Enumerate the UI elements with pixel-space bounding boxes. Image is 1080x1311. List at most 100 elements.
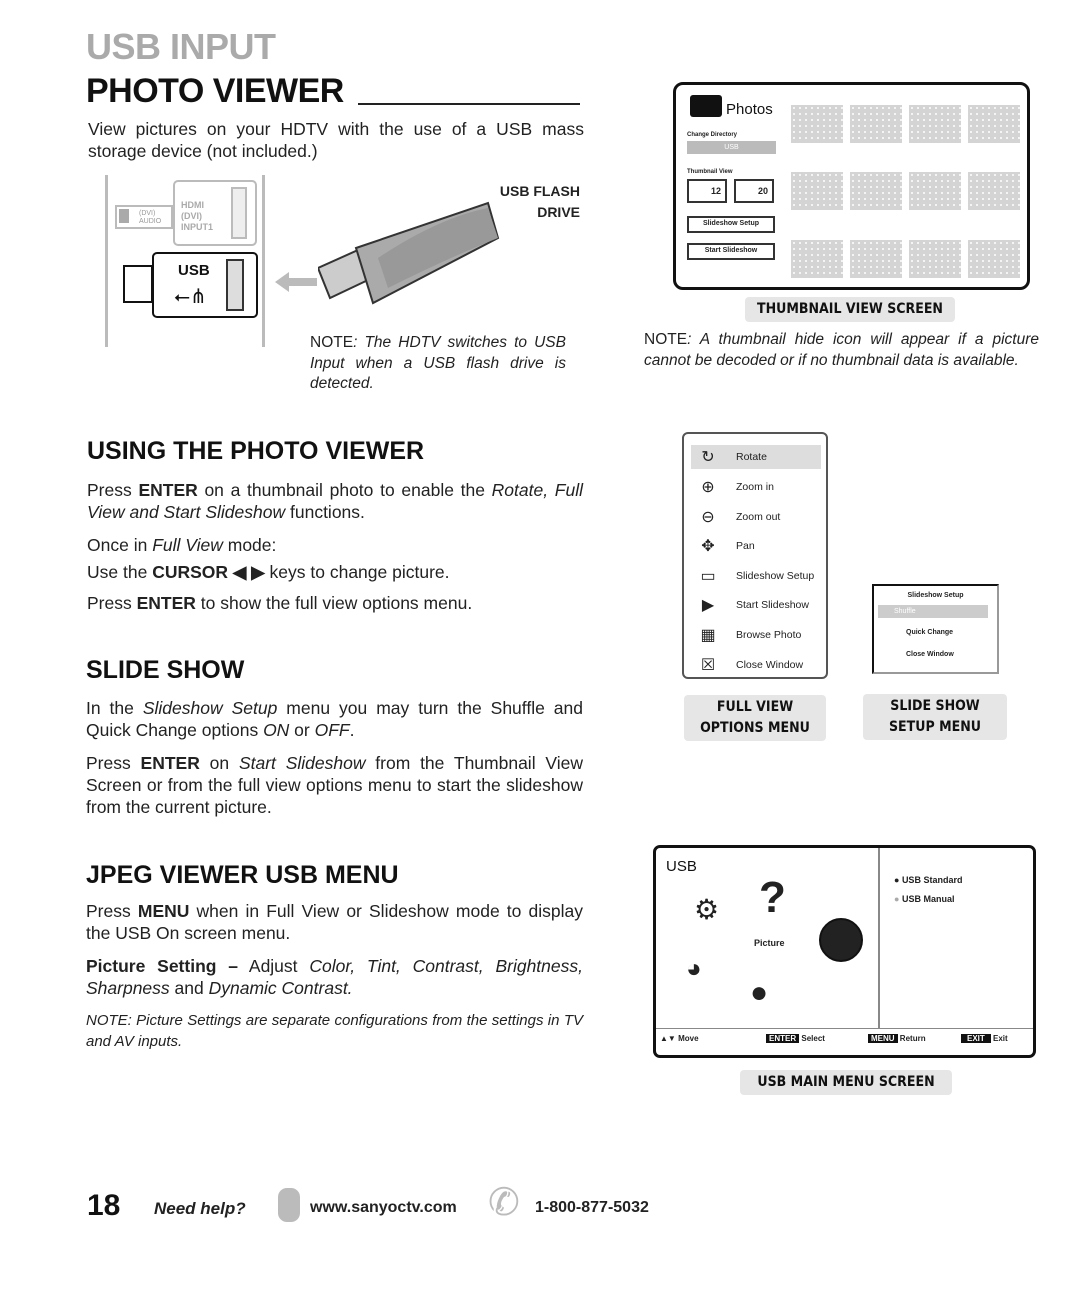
thumbnail[interactable] [850,240,902,278]
slideshow-setup-icon: ▭ [700,568,716,585]
text-segment: Pan [736,540,755,552]
thumbnail[interactable] [791,105,843,143]
close-window-option[interactable]: Close Window [886,651,954,658]
text-segment: EXIT [961,1034,991,1043]
jpeg-paragraph-1: Press MENU when in Full View or Slidesho… [86,900,583,944]
move-hint: ▲▼ Move [660,1034,699,1043]
arrow-left-icon [275,272,317,292]
thumbnail[interactable] [909,105,961,143]
text-segment: Exit [993,1034,1008,1043]
website-link[interactable]: www.sanyoctv.com [310,1199,457,1217]
text-segment: MENU [137,901,190,921]
menu-item-zoom-in[interactable]: ⊕ Zoom in [694,474,774,500]
usb-detect-note: NOTE: The HDTV switches to USB Input whe… [310,333,566,395]
return-hint: MENU Return [868,1034,926,1043]
text-segment: Close Window [736,659,804,671]
using-paragraph-2: Once in Full View mode: [87,534,276,556]
music-disc-icon[interactable]: ● [750,976,768,1010]
menu-item-browse-photo[interactable]: ▦ Browse Photo [694,622,801,648]
menu-item-close-window[interactable]: ☒ Close Window [694,652,803,678]
photos-title: Photos [726,101,773,118]
menu-item-zoom-out[interactable]: ⊖ Zoom out [694,504,780,530]
text-segment: SLIDE SHOW [890,698,980,714]
zoom-out-icon: ⊖ [701,509,715,526]
rotate-icon: ↻ [701,449,715,466]
text-segment: ON [263,720,290,740]
text-segment: Use the [87,562,153,582]
slideshow-setup-menu: Slideshow Setup Shuffle Quick Change Clo… [872,584,999,674]
usb-standard-option[interactable]: ● USB Standard [894,875,962,885]
thumbnail[interactable] [968,105,1020,143]
picture-icon-selected[interactable] [819,918,863,962]
usb-main-menu-caption: USB MAIN MENU SCREEN [740,1070,952,1095]
text-segment: or [289,720,315,740]
text-segment: Select [801,1034,825,1043]
slideshow-setup-button[interactable]: Slideshow Setup [687,216,775,233]
globe-icon[interactable]: ◕ [686,953,702,984]
text-segment: USB Manual [901,894,955,904]
text-segment: Start Slideshow [736,599,809,611]
thumbnail[interactable] [909,240,961,278]
menu-item-slideshow-setup[interactable]: ▭ Slideshow Setup [694,563,814,589]
usb-flash-drive-label: USB FLASH DRIVE [490,181,580,223]
thumbnail[interactable] [791,172,843,210]
setup-tools-icon[interactable]: ⚙ [694,893,719,926]
jpeg-note: NOTE: Picture Settings are separate conf… [86,1012,583,1050]
using-paragraph-1: Press ENTER on a thumbnail photo to enab… [87,479,583,523]
thumbnail[interactable] [909,172,961,210]
using-paragraph-3: Use the CURSOR ◀ ▶ keys to change pictur… [87,561,450,583]
jpeg-heading: JPEG VIEWER USB MENU [86,861,399,889]
quick-change-option[interactable]: Quick Change [886,629,953,636]
text-segment: OPTIONS MENU [700,720,810,736]
thumbnail-note: NOTE: A thumbnail hide icon will appear … [644,330,1039,371]
section-title: USB INPUT [86,26,276,67]
text-segment: keys to change picture. [264,562,450,582]
play-icon: ▶ [701,597,715,614]
page-number: 18 [87,1189,121,1222]
thumbnail-20-option[interactable]: 20 [734,179,774,203]
directory-field[interactable]: USB [687,141,776,154]
usb-manual-option[interactable]: ● USB Manual [894,894,954,904]
thumbnail[interactable] [850,172,902,210]
mouse-icon [278,1188,300,1222]
text-segment: Slideshow Setup [142,698,278,718]
thumbnail[interactable] [968,240,1020,278]
menu-item-pan[interactable]: ✥ Pan [694,533,755,559]
text-segment: on a thumbnail photo to enable the [197,480,492,500]
text-segment: : A thumbnail hide icon will appear if a… [644,331,1039,369]
jpeg-paragraph-2: Picture Setting – Adjust Color, Tint, Co… [86,955,583,999]
text-segment: USB Standard [901,875,963,885]
exit-hint: EXIT Exit [961,1034,1008,1043]
select-hint: ENTER Select [766,1034,825,1043]
text-segment: Once in [87,535,153,555]
text-segment: Press [86,753,141,773]
text-segment: ENTER [140,753,200,773]
intro-text: View pictures on your HDTV with the use … [88,119,584,161]
usb-main-menu-screen: USB ⚙ ? Picture ◕ ● ● USB Standard ● USB… [653,845,1036,1058]
text-segment: ENTER [138,480,198,500]
thumbnail[interactable] [968,172,1020,210]
speaker-icon [119,209,129,223]
text-segment: Thumbnail View [687,169,733,175]
text-segment: Return [899,1034,926,1043]
help-question-icon[interactable]: ? [759,873,786,923]
text-segment: Dynamic Contrast. [208,978,353,998]
thumbnail-view-screen: Photos Change Directory USB Thumbnail Vi… [673,82,1030,290]
text-segment: Slideshow Setup [736,570,815,582]
usb-flash-drive-illustration [316,198,508,313]
shuffle-option[interactable]: Shuffle [878,605,988,618]
menu-item-start-slideshow[interactable]: ▶ Start Slideshow [694,592,809,618]
start-slideshow-button[interactable]: Start Slideshow [687,243,775,260]
thumbnail-12-option[interactable]: 12 [687,179,727,203]
thumbnail[interactable] [791,240,843,278]
menu-item-rotate[interactable]: ↻ Rotate [694,444,767,470]
text-segment: Rotate [736,451,767,463]
camera-icon [690,95,722,117]
thumbnail[interactable] [850,105,902,143]
text-segment: NOTE [644,331,688,348]
text-segment: Slideshow Setup [907,592,964,599]
using-paragraph-4: Press ENTER to show the full view option… [87,592,472,614]
picture-label: Picture [754,938,785,948]
page-title: PHOTO VIEWER [86,72,344,110]
text-segment: Picture Setting – [86,956,239,976]
